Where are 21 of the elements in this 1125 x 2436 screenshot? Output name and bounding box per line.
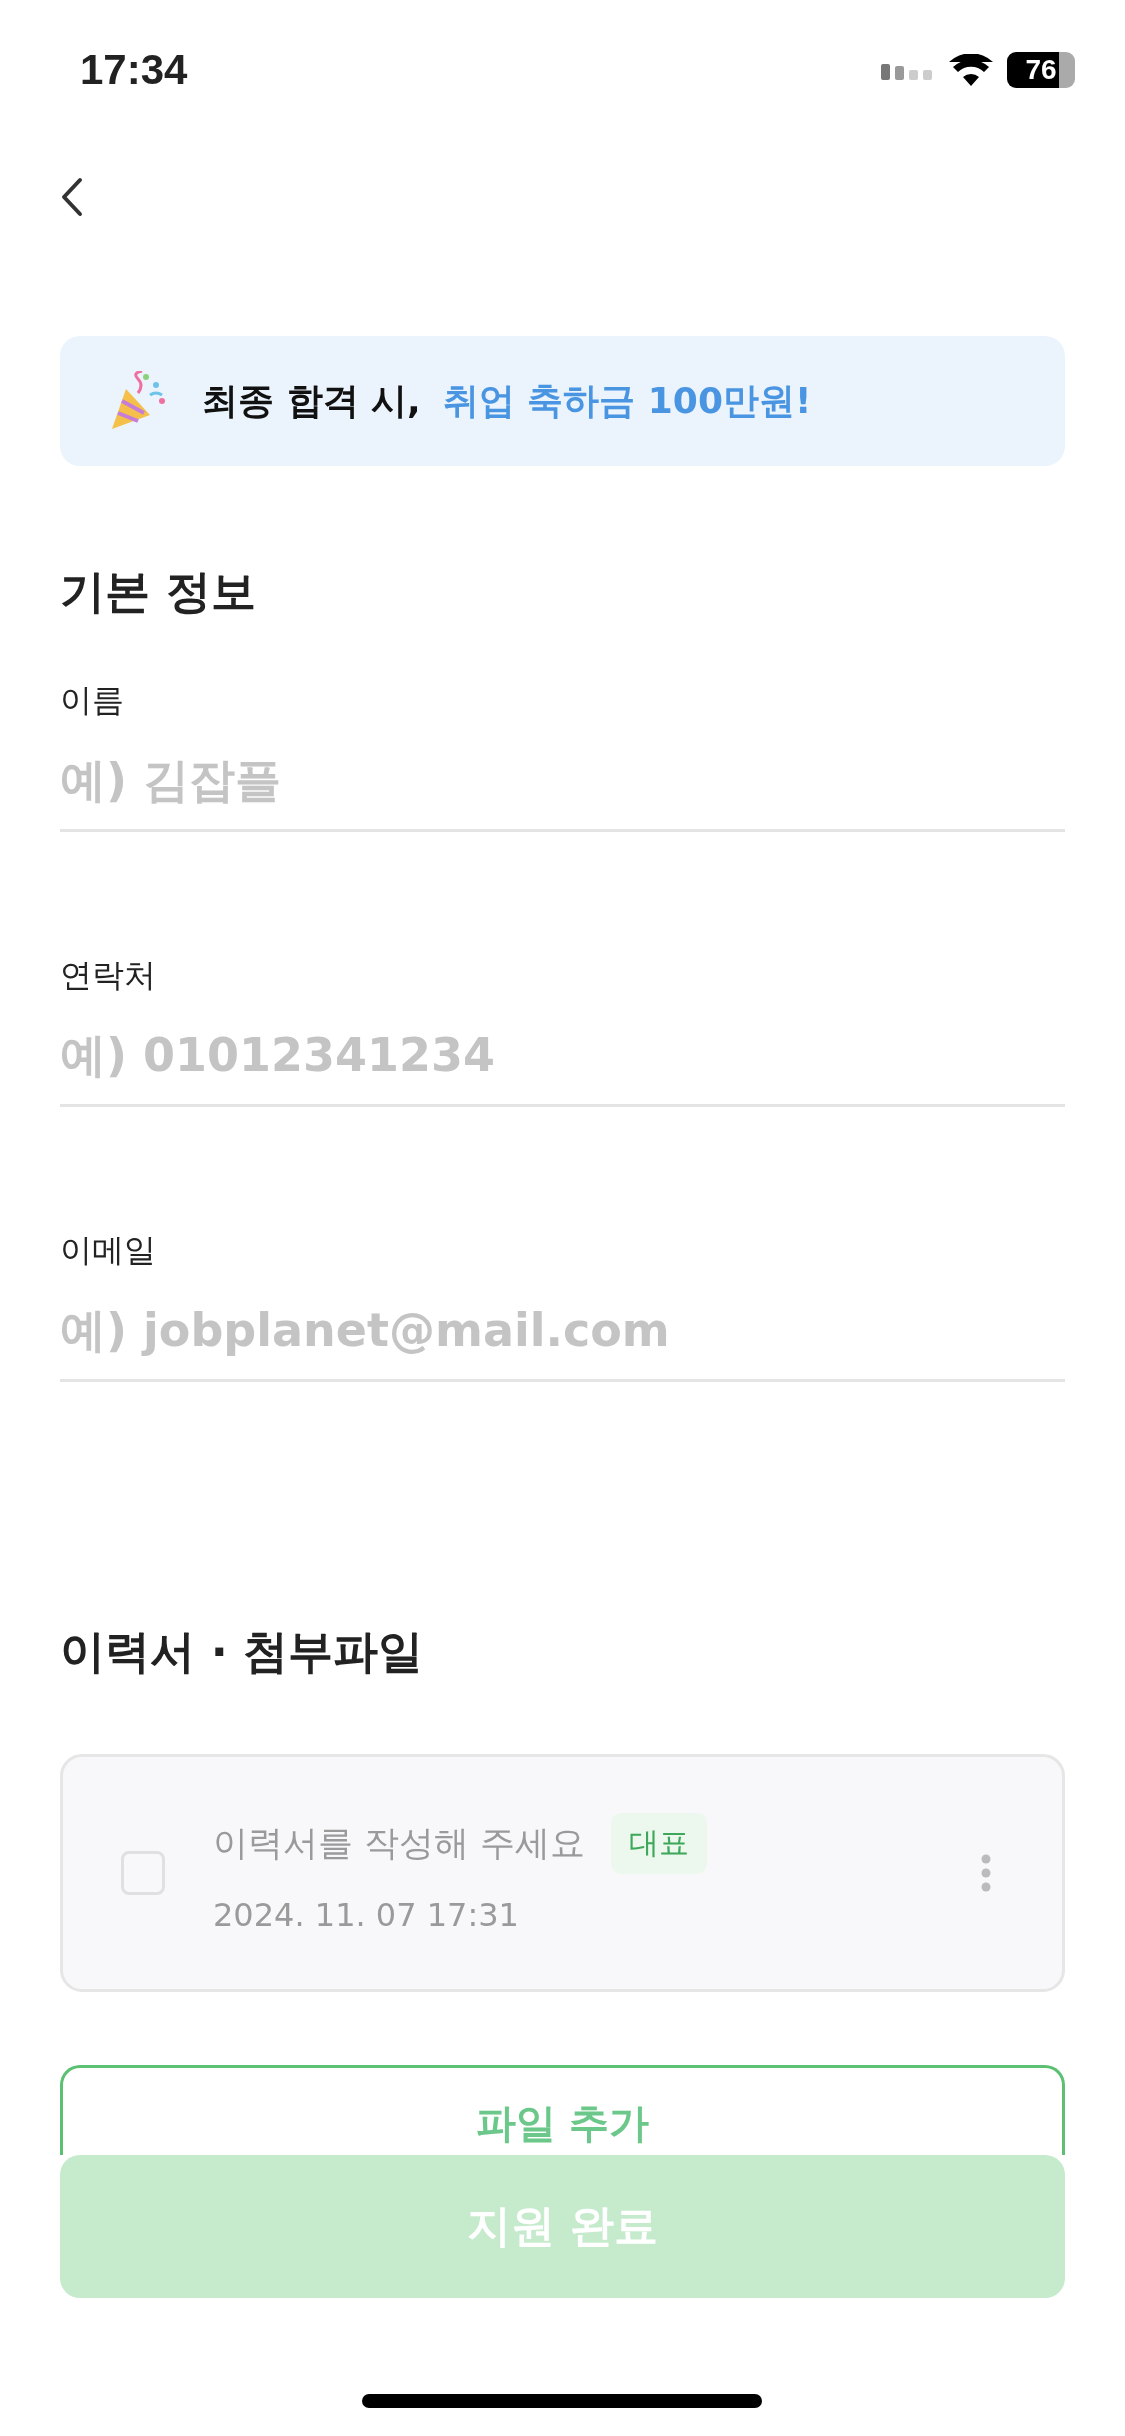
- checkbox[interactable]: [121, 1851, 165, 1895]
- status-time: 17:34: [80, 46, 188, 94]
- file-date: 2024. 11. 07 17:31: [213, 1895, 520, 1934]
- input-field[interactable]: 예) jobplanet@mail.com: [60, 1273, 1065, 1382]
- section-title: 이력서 · 첨부파일: [60, 1624, 425, 1680]
- wifi-icon: [949, 54, 993, 86]
- more-icon[interactable]: [980, 1854, 992, 1892]
- banner-text: 최종 합격 시,: [202, 378, 421, 423]
- section-title: 기본 정보: [60, 564, 257, 620]
- input-field[interactable]: 예) 김잡플: [60, 723, 1065, 832]
- add-file-button[interactable]: 파일 추가: [60, 2065, 1065, 2155]
- field-label: 연락처: [60, 955, 157, 996]
- banner-highlight: 취업 축하금 100만원!: [442, 378, 812, 423]
- file-name: 이력서를 작성해 주세요: [213, 1821, 586, 1865]
- field-label: 이름: [60, 680, 125, 721]
- input-field[interactable]: 예) 01012341234: [60, 998, 1065, 1107]
- battery-icon: 76: [1007, 52, 1075, 88]
- field-label: 이메일: [60, 1230, 157, 1271]
- file-card[interactable]: 이력서를 작성해 주세요 대표 2024. 11. 07 17:31: [60, 1754, 1065, 1992]
- primary-badge: 대표: [611, 1812, 708, 1874]
- party-popper-icon: [110, 371, 168, 431]
